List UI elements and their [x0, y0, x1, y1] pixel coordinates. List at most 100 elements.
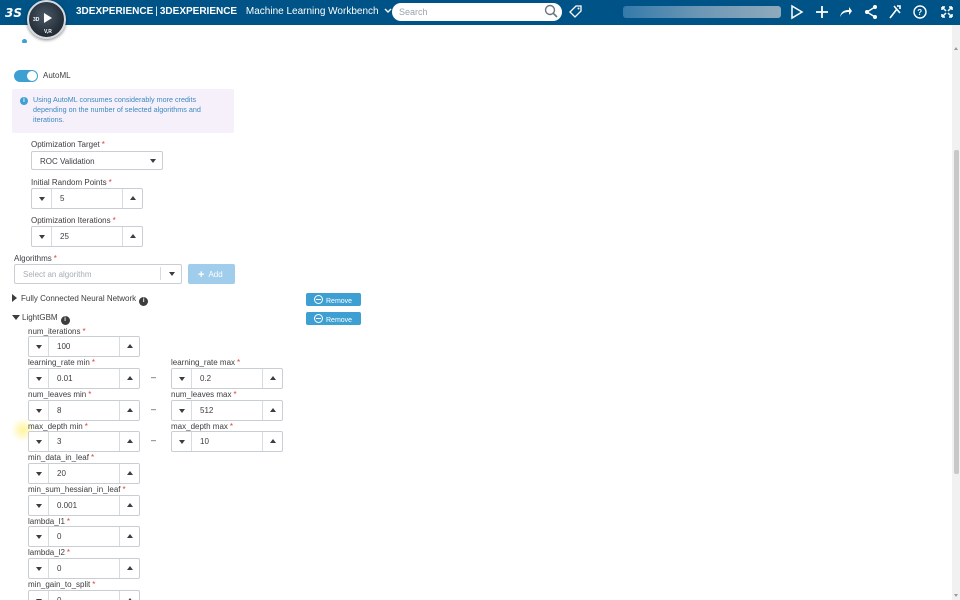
lambda-l2-value[interactable]: 0	[57, 564, 61, 573]
ds-logo-icon[interactable]: 3S	[4, 2, 24, 22]
increment-button[interactable]	[262, 401, 282, 420]
decrement-button[interactable]	[29, 337, 49, 356]
optimization-iterations-value[interactable]: 25	[60, 232, 69, 241]
decrement-button[interactable]	[32, 189, 52, 208]
brand-name: 3DEXPERIENCE	[76, 6, 154, 17]
learning-rate-max-stepper[interactable]: 0.2	[171, 368, 283, 389]
compass-icon[interactable]: 3D V,R	[27, 0, 66, 39]
algorithm-name: Fully Connected Neural Network	[21, 294, 137, 303]
plus-icon: +	[198, 269, 205, 281]
range-separator: –	[151, 435, 157, 445]
remove-fcnn-button[interactable]: Remove	[306, 293, 361, 306]
tools-icon[interactable]	[888, 4, 902, 25]
expand-arrow-icon[interactable]	[12, 294, 17, 302]
initial-random-points-stepper[interactable]: 5	[31, 188, 143, 209]
minus-circle-icon	[314, 295, 323, 304]
max-depth-min-value[interactable]: 3	[57, 437, 61, 446]
decrement-button[interactable]	[172, 369, 192, 388]
max-depth-max-value[interactable]: 10	[200, 437, 209, 446]
min-gain-to-split-value[interactable]: 0	[57, 596, 61, 600]
play-icon[interactable]	[790, 4, 804, 25]
collapse-arrow-icon[interactable]	[12, 315, 20, 320]
decrement-button[interactable]	[29, 559, 49, 578]
algorithm-row-lightgbm[interactable]: LightGBM i	[12, 313, 70, 325]
min-gain-to-split-stepper[interactable]: 0	[28, 590, 140, 600]
app-title[interactable]: 3DEXPERIENCE | 3DEXPERIENCE Machine Learni…	[76, 6, 392, 17]
initial-random-points-value[interactable]: 5	[60, 194, 64, 203]
info-icon[interactable]: i	[139, 297, 149, 306]
automl-toggle[interactable]	[14, 70, 38, 82]
add-algorithm-button[interactable]: + Add	[188, 264, 235, 284]
lambda-l1-label: lambda_l1 *	[28, 517, 71, 526]
search-input[interactable]: Search	[392, 3, 562, 21]
learning-rate-min-value[interactable]: 0.01	[57, 374, 73, 383]
fullscreen-icon[interactable]	[940, 4, 954, 25]
decrement-button[interactable]	[172, 401, 192, 420]
share-icon[interactable]	[839, 4, 853, 25]
caret-down-icon	[169, 272, 175, 276]
decrement-button[interactable]	[29, 401, 49, 420]
optimization-iterations-stepper[interactable]: 25	[31, 226, 143, 247]
remove-lightgbm-button[interactable]: Remove	[306, 312, 361, 325]
increment-button[interactable]	[122, 227, 142, 246]
increment-button[interactable]	[262, 432, 282, 451]
decrement-button[interactable]	[172, 432, 192, 451]
learning-rate-max-value[interactable]: 0.2	[200, 374, 211, 383]
lambda-l1-stepper[interactable]: 0	[28, 526, 140, 547]
num-leaves-max-label: num_leaves max *	[171, 390, 237, 399]
increment-button[interactable]	[119, 496, 139, 515]
min-sum-hessian-in-leaf-value[interactable]: 0.001	[57, 501, 77, 510]
increment-button[interactable]	[119, 337, 139, 356]
max-depth-max-stepper[interactable]: 10	[171, 431, 283, 452]
num-leaves-min-value[interactable]: 8	[57, 406, 61, 415]
num-leaves-max-value[interactable]: 512	[200, 406, 213, 415]
increment-button[interactable]	[119, 591, 139, 600]
info-icon[interactable]: i	[60, 316, 70, 325]
lambda-l2-stepper[interactable]: 0	[28, 558, 140, 579]
network-icon[interactable]	[864, 4, 878, 25]
learning-rate-max-label: learning_rate max *	[171, 358, 241, 367]
info-icon: i	[20, 97, 28, 105]
scroll-down-icon[interactable]	[954, 594, 958, 597]
num-leaves-max-stepper[interactable]: 512	[171, 400, 283, 421]
num-iterations-stepper[interactable]: 100	[28, 336, 140, 357]
scroll-up-icon[interactable]	[954, 47, 958, 50]
user-name-blurred[interactable]	[623, 6, 781, 18]
help-icon[interactable]: ?	[913, 4, 927, 25]
min-data-in-leaf-value[interactable]: 20	[57, 469, 66, 478]
automl-settings-panel: AutoML i Using AutoML consumes considera…	[0, 25, 952, 600]
scrollbar-thumb[interactable]	[954, 150, 959, 474]
num-iterations-label: num_iterations *	[28, 327, 86, 336]
max-depth-min-label: max_depth min *	[28, 422, 88, 431]
decrement-button[interactable]	[29, 369, 49, 388]
algorithm-row-fcnn[interactable]: Fully Connected Neural Network i	[12, 294, 149, 306]
increment-button[interactable]	[119, 559, 139, 578]
min-sum-hessian-in-leaf-stepper[interactable]: 0.001	[28, 495, 140, 516]
num-leaves-min-stepper[interactable]: 8	[28, 400, 140, 421]
tag-icon[interactable]	[569, 5, 583, 24]
decrement-button[interactable]	[29, 496, 49, 515]
plus-icon[interactable]	[815, 4, 829, 25]
increment-button[interactable]	[119, 527, 139, 546]
learning-rate-min-stepper[interactable]: 0.01	[28, 368, 140, 389]
optimization-target-select[interactable]: ROC Validation	[31, 151, 163, 170]
decrement-button[interactable]	[32, 227, 52, 246]
min-data-in-leaf-stepper[interactable]: 20	[28, 463, 140, 484]
algorithm-select[interactable]: Select an algorithm	[14, 264, 182, 284]
decrement-button[interactable]	[29, 464, 49, 483]
lambda-l1-value[interactable]: 0	[57, 532, 61, 541]
decrement-button[interactable]	[29, 591, 49, 600]
increment-button[interactable]	[119, 369, 139, 388]
increment-button[interactable]	[119, 432, 139, 451]
increment-button[interactable]	[119, 401, 139, 420]
vertical-scrollbar[interactable]	[952, 25, 960, 600]
search-icon[interactable]	[544, 4, 558, 20]
range-separator: –	[151, 372, 157, 382]
increment-button[interactable]	[119, 464, 139, 483]
max-depth-min-stepper[interactable]: 3	[28, 431, 140, 452]
increment-button[interactable]	[122, 189, 142, 208]
decrement-button[interactable]	[29, 527, 49, 546]
increment-button[interactable]	[262, 369, 282, 388]
decrement-button[interactable]	[29, 432, 49, 451]
num-iterations-value[interactable]: 100	[57, 342, 70, 351]
